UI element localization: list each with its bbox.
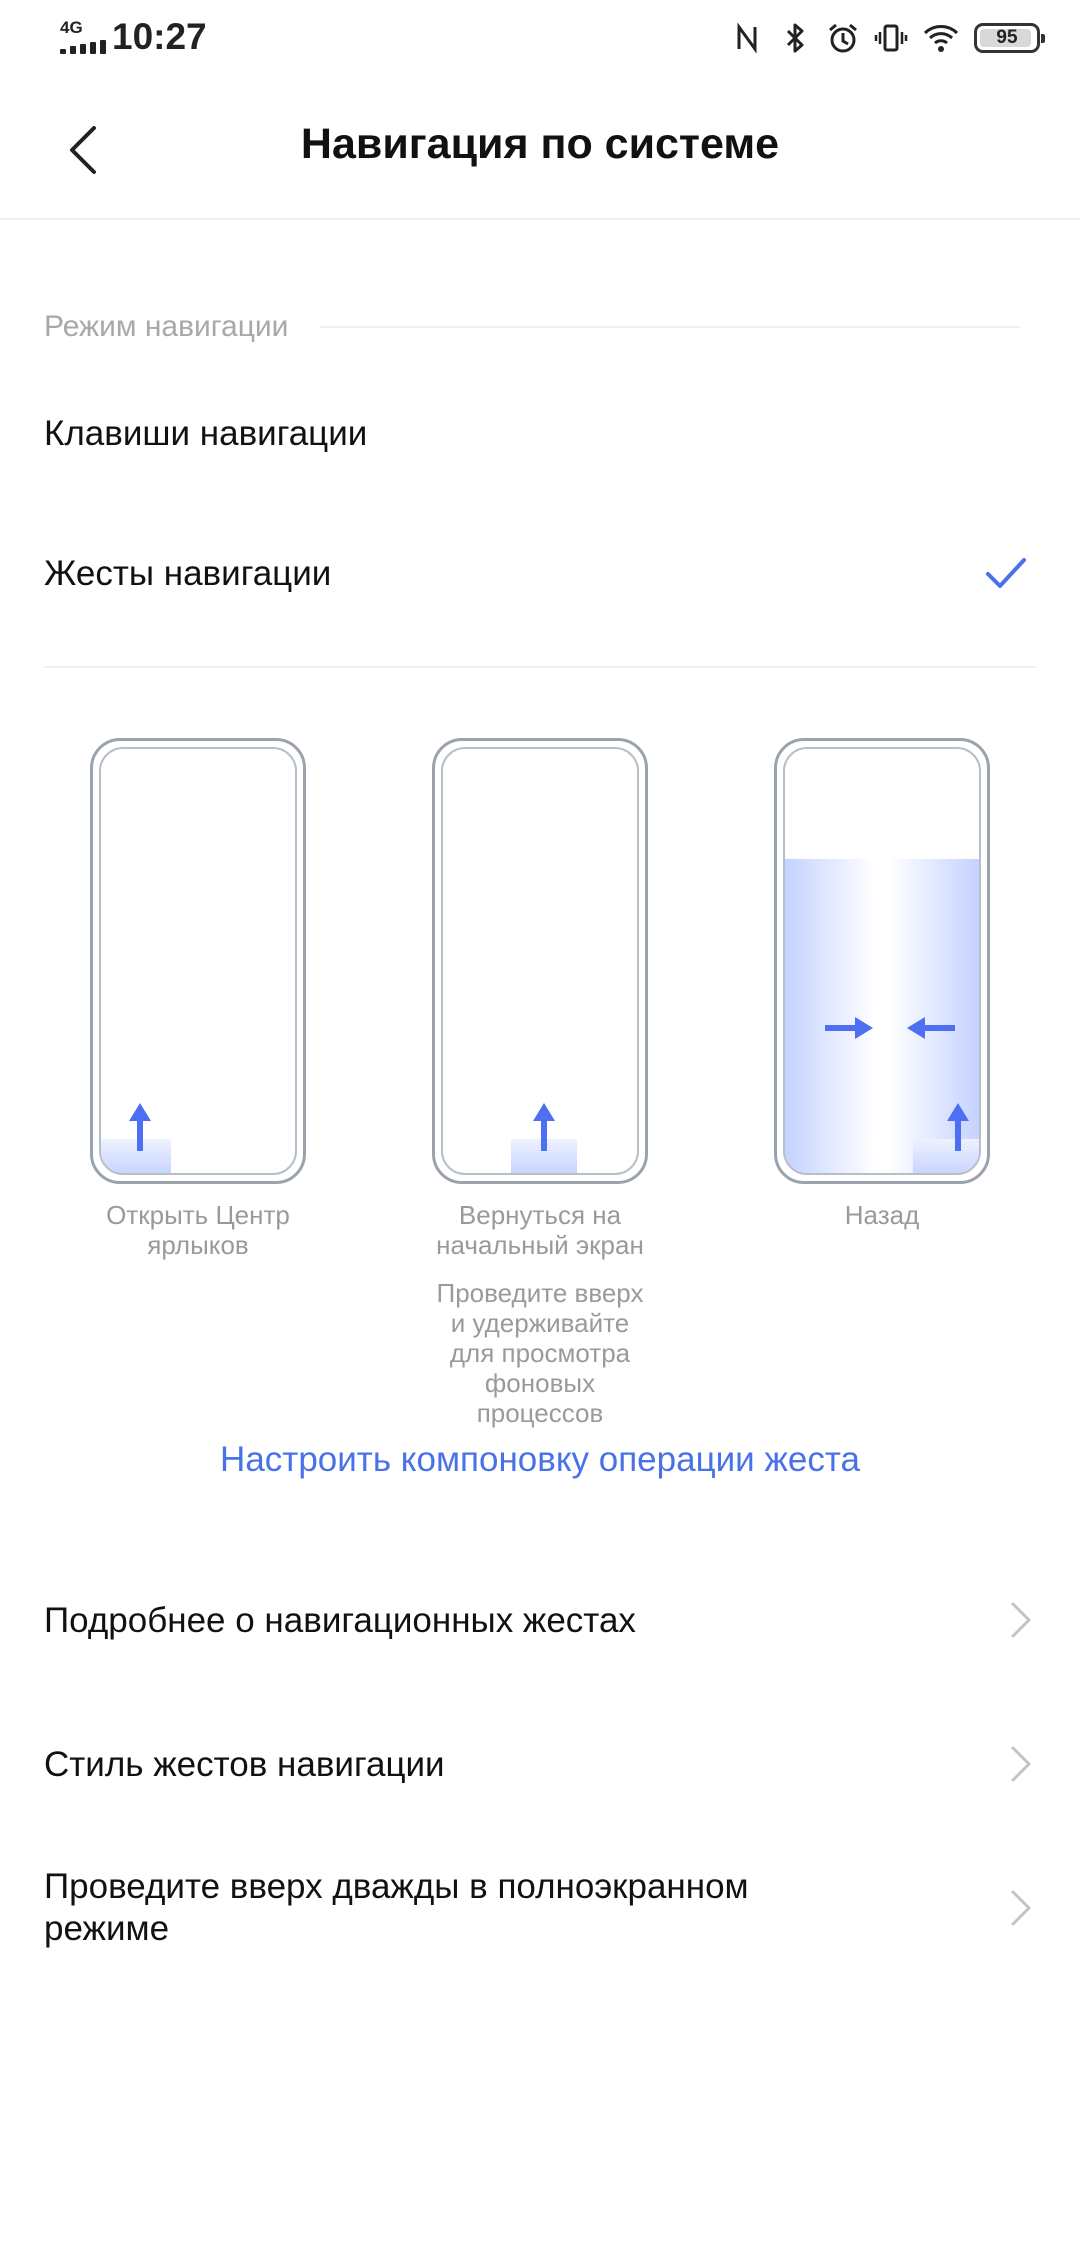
signal-indicator: 4G <box>60 18 106 54</box>
customize-gesture-link[interactable]: Настроить компоновку операции жеста <box>0 1440 1080 1480</box>
arrow-right-icon <box>825 1017 873 1039</box>
battery-icon: 95 <box>974 23 1045 53</box>
gesture-caption: Вернуться на начальный экран <box>436 1200 644 1260</box>
network-type: 4G <box>60 18 83 37</box>
section-divider <box>320 326 1020 328</box>
arrow-left-icon <box>907 1017 955 1039</box>
gesture-home: Вернуться на начальный экран Проведите в… <box>432 738 648 1428</box>
menu-item-label: Проведите вверх дважды в полноэкранном р… <box>44 1867 749 1948</box>
menu-item-learn-gestures[interactable]: Подробнее о навигационных жестах <box>0 1578 1080 1698</box>
gesture-note: Проведите вверх и удерживайте для просмо… <box>436 1278 644 1428</box>
vibrate-icon <box>874 24 908 52</box>
menu-item-label: Стиль жестов навигации <box>44 1745 445 1784</box>
gesture-shortcut-center: Открыть Центр ярлыков <box>90 738 306 1260</box>
nfc-icon <box>737 22 757 54</box>
checkmark-icon <box>986 558 1026 588</box>
chevron-right-icon <box>1011 1746 1031 1782</box>
arrow-up-icon <box>533 1103 555 1151</box>
menu-item-gesture-style[interactable]: Стиль жестов навигации <box>0 1722 1080 1842</box>
divider <box>44 666 1036 668</box>
chevron-right-icon <box>1011 1890 1031 1926</box>
arrow-up-icon <box>947 1103 969 1151</box>
menu-item-double-swipe[interactable]: Проведите вверх дважды в полноэкранном р… <box>0 1866 1080 1996</box>
gesture-back: Назад <box>774 738 990 1230</box>
page-title: Навигация по системе <box>300 120 780 168</box>
clock: 10:27 <box>112 16 207 57</box>
alarm-icon <box>829 23 857 53</box>
battery-level: 95 <box>996 27 1018 48</box>
phone-illustration <box>432 738 648 1184</box>
option-label: Жесты навигации <box>44 554 332 593</box>
bluetooth-icon <box>786 23 804 53</box>
menu-item-label: Подробнее о навигационных жестах <box>44 1601 636 1640</box>
option-label: Клавиши навигации <box>44 414 368 453</box>
status-icons: 95 <box>730 18 1045 58</box>
app-header: Навигация по системе <box>0 76 1080 220</box>
status-bar: 4G 10:27 95 <box>0 0 1080 76</box>
option-nav-keys[interactable]: Клавиши навигации <box>0 376 1080 496</box>
option-nav-gestures[interactable]: Жесты навигации <box>0 516 1080 636</box>
signal-bars-icon <box>60 40 106 54</box>
phone-illustration <box>774 738 990 1184</box>
phone-illustration <box>90 738 306 1184</box>
gesture-caption: Открыть Центр ярлыков <box>106 1200 290 1260</box>
section-label: Режим навигации <box>44 310 289 343</box>
wifi-icon <box>923 25 959 52</box>
arrow-up-icon <box>129 1103 151 1151</box>
chevron-right-icon <box>1011 1602 1031 1638</box>
gesture-caption: Назад <box>844 1200 920 1230</box>
